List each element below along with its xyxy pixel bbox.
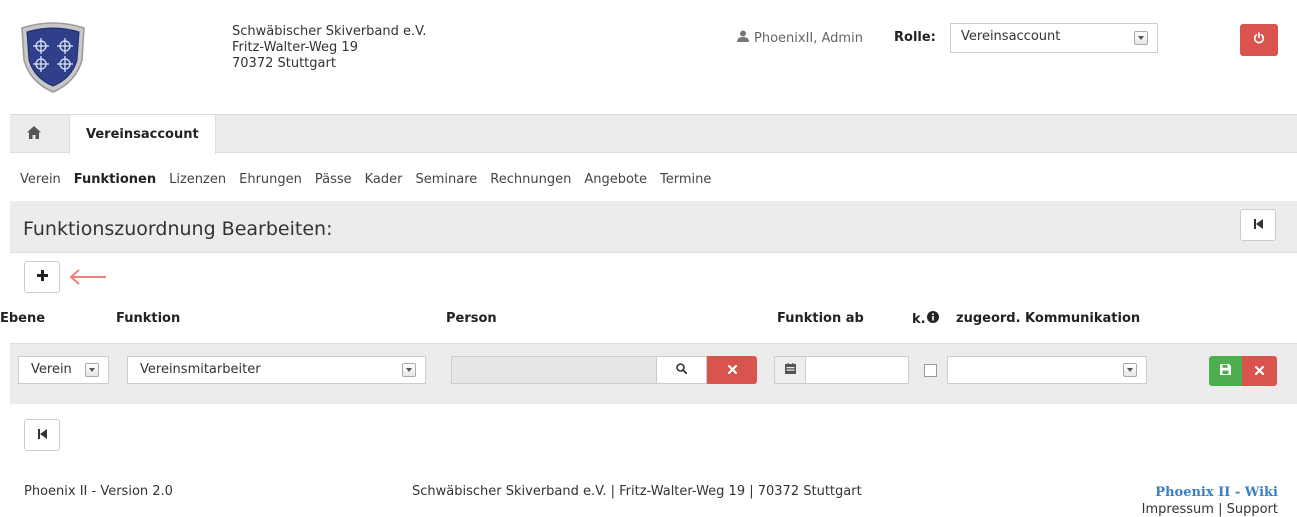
step-backward-icon	[1253, 218, 1263, 233]
chevron-down-icon	[1123, 363, 1137, 377]
plus-icon	[36, 269, 48, 285]
funktion-select[interactable]: Vereinsmitarbeiter	[127, 356, 426, 384]
ebene-select[interactable]: Verein	[18, 356, 109, 384]
subnav-item-verein[interactable]: Verein	[20, 172, 61, 187]
close-icon	[727, 363, 737, 378]
col-header-k-label: k.	[912, 311, 926, 327]
impressum-link[interactable]: Impressum	[1142, 502, 1214, 517]
subnav-item-lizenzen[interactable]: Lizenzen	[169, 172, 226, 187]
subnav-item-rechnungen[interactable]: Rechnungen	[490, 172, 571, 187]
chevron-down-icon	[1134, 31, 1148, 45]
role-select-value: Vereinsaccount	[961, 29, 1061, 44]
role-select[interactable]: Vereinsaccount	[950, 23, 1158, 53]
col-header-kommunikation: zugeord. Kommunikation	[956, 311, 1141, 326]
add-function-button[interactable]	[24, 261, 60, 293]
subnav-item-seminare[interactable]: Seminare	[416, 172, 478, 187]
power-icon	[1253, 32, 1265, 48]
subnav-item-ehrungen[interactable]: Ehrungen	[239, 172, 302, 187]
subnav-item-paesse[interactable]: Pässe	[315, 172, 352, 187]
funktion-select-value: Vereinsmitarbeiter	[140, 362, 261, 377]
funktion-ab-input[interactable]	[805, 356, 909, 384]
col-header-funktion-ab: Funktion ab	[777, 311, 864, 326]
home-icon	[27, 125, 41, 143]
back-to-first-button-bottom[interactable]	[24, 419, 60, 451]
cancel-button[interactable]	[1242, 356, 1277, 386]
support-link[interactable]: Support	[1227, 502, 1278, 517]
person-search-button[interactable]	[656, 356, 707, 384]
subnav-item-funktionen[interactable]: Funktionen	[74, 172, 156, 187]
kommunikation-select[interactable]	[947, 356, 1147, 384]
close-icon	[1254, 364, 1265, 379]
col-header-k: k.	[912, 311, 939, 327]
footer-separator: |	[1218, 502, 1223, 517]
panel-header: Funktionszuordnung Bearbeiten:	[10, 201, 1297, 253]
calendar-icon	[784, 362, 796, 378]
footer-version: Phoenix II - Version 2.0	[24, 484, 173, 499]
user-name: PhoenixII, Admin	[754, 30, 863, 46]
k-checkbox[interactable]	[924, 364, 937, 377]
main-tabbar: Vereinsaccount	[10, 114, 1297, 154]
subnav-item-termine[interactable]: Termine	[660, 172, 711, 187]
tab-vereinsaccount[interactable]: Vereinsaccount	[69, 114, 216, 154]
info-icon[interactable]	[926, 311, 939, 327]
save-icon	[1220, 363, 1231, 379]
user-icon	[737, 30, 749, 46]
ssv-logo[interactable]	[16, 20, 90, 94]
org-name: Schwäbischer Skiverband e.V.	[232, 24, 427, 39]
col-header-person: Person	[446, 311, 497, 326]
app-header: Schwäbischer Skiverband e.V. Fritz-Walte…	[0, 0, 1297, 114]
date-picker-button[interactable]	[774, 356, 806, 384]
save-button[interactable]	[1209, 356, 1242, 386]
search-icon	[676, 362, 688, 378]
subnav-item-angebote[interactable]: Angebote	[584, 172, 647, 187]
org-address: Schwäbischer Skiverband e.V. Fritz-Walte…	[232, 24, 427, 72]
back-to-first-button[interactable]	[1240, 209, 1276, 241]
wiki-link[interactable]: Phoenix II - Wiki	[1142, 484, 1278, 501]
sub-navigation: Verein Funktionen Lizenzen Ehrungen Päss…	[20, 172, 711, 187]
step-backward-icon	[37, 428, 47, 443]
org-street: Fritz-Walter-Weg 19	[232, 40, 358, 55]
ebene-select-value: Verein	[31, 362, 72, 377]
col-header-ebene: Ebene	[0, 311, 46, 326]
page-title: Funktionszuordnung Bearbeiten:	[23, 218, 333, 240]
org-city: 70372 Stuttgart	[232, 56, 336, 71]
subnav-item-kader[interactable]: Kader	[365, 172, 403, 187]
logout-button[interactable]	[1240, 24, 1278, 56]
person-field	[451, 356, 657, 384]
footer-address: Schwäbischer Skiverband e.V. | Fritz-Wal…	[412, 484, 862, 499]
chevron-down-icon	[85, 363, 99, 377]
chevron-down-icon	[402, 363, 416, 377]
footer-links: Phoenix II - Wiki Impressum | Support	[1142, 484, 1278, 517]
tab-home[interactable]	[10, 115, 58, 153]
col-header-funktion: Funktion	[116, 311, 181, 326]
function-edit-row: Verein Vereinsmitarbeiter	[10, 343, 1297, 404]
role-label: Rolle:	[894, 30, 936, 45]
user-info[interactable]: PhoenixII, Admin	[737, 30, 863, 46]
annotation-arrow-icon	[68, 268, 108, 290]
person-clear-button[interactable]	[707, 356, 757, 384]
